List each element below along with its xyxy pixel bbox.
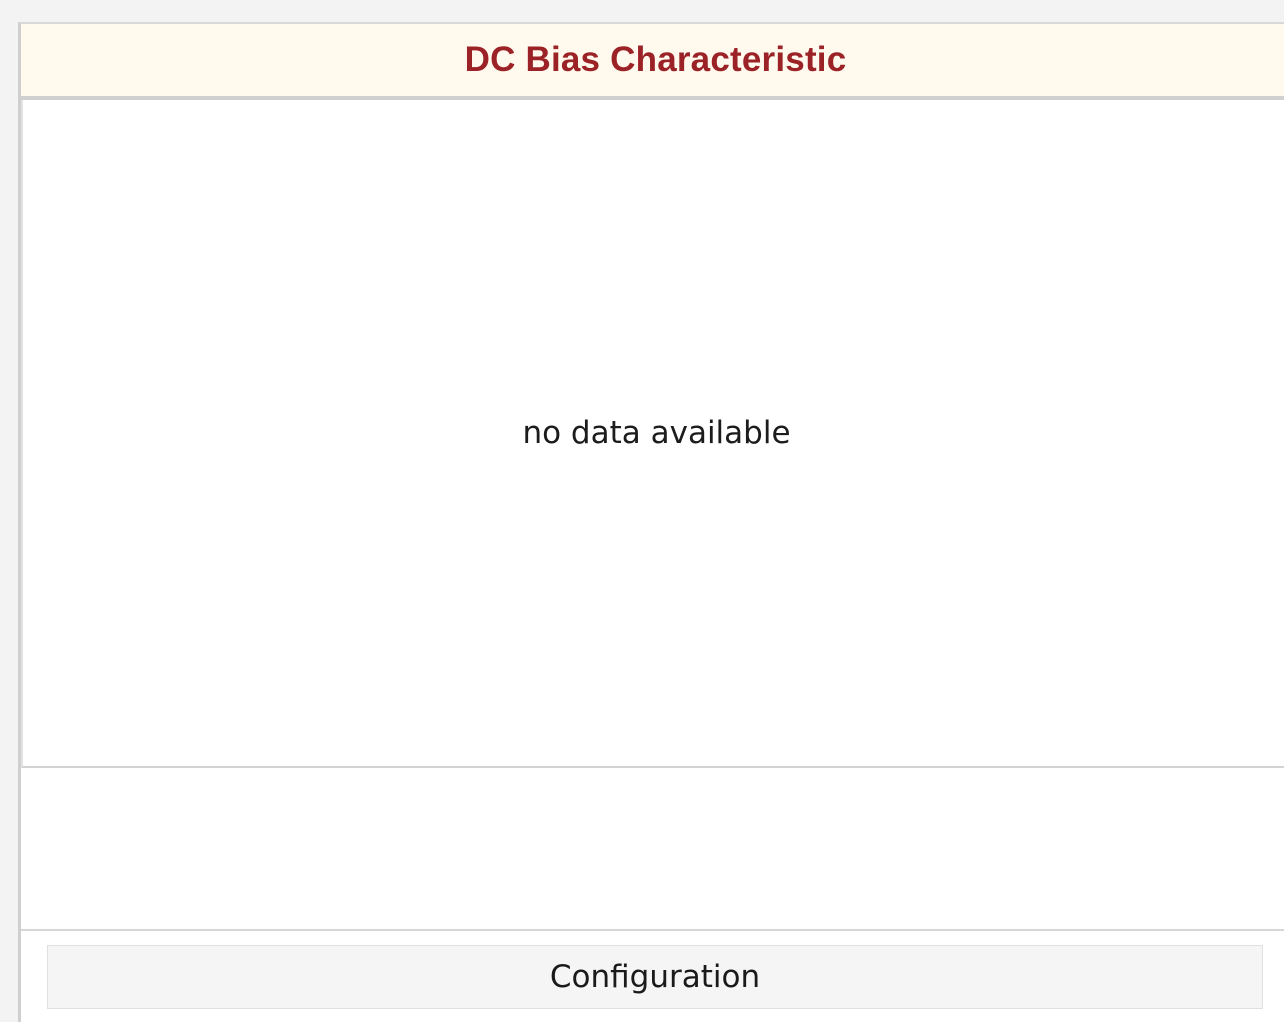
panel-header: DC Bias Characteristic	[21, 24, 1284, 100]
chart-area: no data available	[21, 100, 1284, 768]
configuration-button[interactable]: Configuration	[47, 945, 1263, 1009]
no-data-message: no data available	[522, 415, 791, 451]
panel-title: DC Bias Characteristic	[464, 40, 847, 79]
legend-area	[21, 768, 1284, 931]
configuration-button-label: Configuration	[549, 959, 761, 995]
dc-bias-panel: DC Bias Characteristic no data available…	[18, 22, 1284, 1022]
